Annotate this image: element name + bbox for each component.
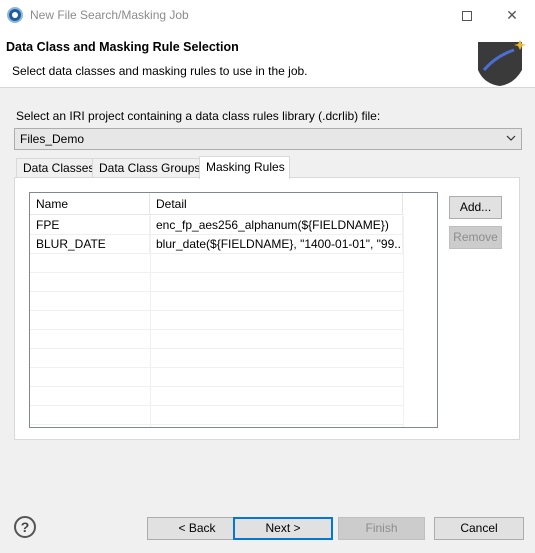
wizard-header: Data Class and Masking Rule Selection Se… [0, 30, 535, 88]
close-icon[interactable]: ✕ [489, 0, 535, 30]
table-row-empty [30, 311, 403, 330]
window-title: New File Search/Masking Job [30, 8, 189, 22]
tab-data-classes[interactable]: Data Classes [16, 158, 94, 178]
tab-data-class-groups[interactable]: Data Class Groups [92, 158, 200, 178]
remove-rule-button[interactable]: Remove [449, 226, 502, 249]
finish-button[interactable]: Finish [338, 517, 425, 540]
table-row[interactable]: FPE enc_fp_aes256_alphanum(${FIELDNAME}) [30, 216, 403, 235]
rule-name-cell: BLUR_DATE [30, 235, 150, 254]
masking-rules-panel: Name Detail FPE enc_fp_aes256_alphanum($… [14, 177, 520, 440]
cancel-button[interactable]: Cancel [434, 517, 524, 540]
column-header-detail[interactable]: Detail [150, 193, 403, 215]
add-rule-button[interactable]: Add... [449, 196, 502, 219]
project-label: Select an IRI project containing a data … [16, 109, 381, 123]
table-row-empty [30, 349, 403, 368]
table-row-empty [30, 368, 403, 387]
help-icon[interactable]: ? [14, 516, 36, 538]
back-button[interactable]: < Back [147, 517, 247, 540]
rule-detail-cell: blur_date(${FIELDNAME}, "1400-01-01", "9… [150, 235, 403, 254]
table-row-empty [30, 387, 403, 406]
title-bar: New File Search/Masking Job ✕ [0, 0, 535, 30]
table-row-empty [30, 273, 403, 292]
page-description: Select data classes and masking rules to… [12, 64, 308, 78]
next-button[interactable]: Next > [233, 517, 333, 540]
rule-name-cell: FPE [30, 216, 150, 235]
wizard-banner-icon [478, 40, 526, 86]
table-row-empty [30, 254, 403, 273]
table-row-empty [30, 330, 403, 349]
app-icon [7, 7, 23, 23]
tab-masking-rules[interactable]: Masking Rules [199, 156, 290, 179]
maximize-icon[interactable] [444, 0, 490, 30]
table-row[interactable]: BLUR_DATE blur_date(${FIELDNAME}, "1400-… [30, 235, 403, 254]
page-title: Data Class and Masking Rule Selection [6, 40, 239, 54]
chevron-down-icon [506, 135, 516, 141]
column-header-name[interactable]: Name [30, 193, 150, 215]
table-row-empty [30, 292, 403, 311]
table-row-empty [30, 406, 403, 425]
rule-detail-cell: enc_fp_aes256_alphanum(${FIELDNAME}) [150, 216, 403, 235]
column-divider [403, 215, 404, 427]
project-dropdown-value: Files_Demo [20, 132, 85, 146]
masking-rules-table[interactable]: Name Detail FPE enc_fp_aes256_alphanum($… [29, 192, 438, 428]
project-dropdown[interactable]: Files_Demo [14, 128, 522, 150]
